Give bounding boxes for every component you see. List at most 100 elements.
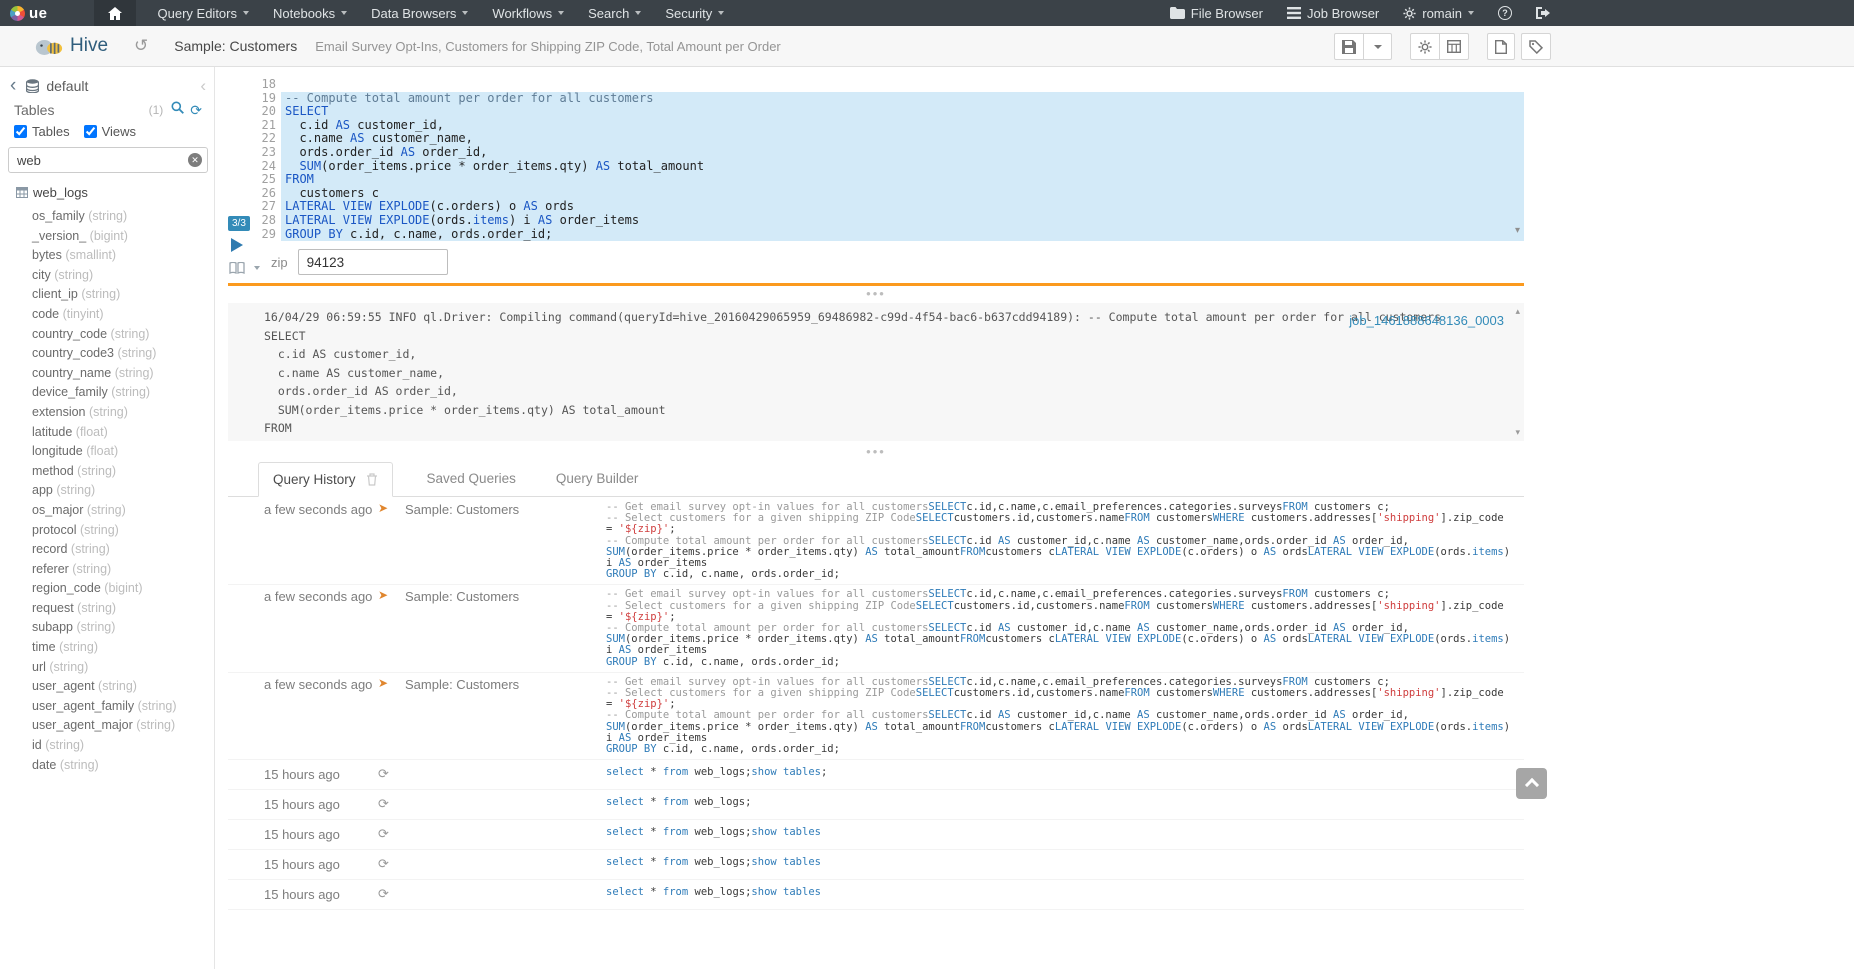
job-browser-link[interactable]: Job Browser	[1275, 0, 1391, 26]
logout-button[interactable]	[1524, 0, 1562, 26]
tab-saved-queries[interactable]: Saved Queries	[407, 462, 536, 496]
editor-scroll-down-icon[interactable]	[1515, 225, 1520, 236]
column-item[interactable]: country_name (string)	[0, 364, 214, 384]
file-browser-link[interactable]: File Browser	[1158, 0, 1275, 26]
clear-search-icon[interactable]	[188, 153, 202, 167]
column-item[interactable]: url (string)	[0, 658, 214, 678]
column-item[interactable]: id (string)	[0, 736, 214, 756]
column-item[interactable]: user_agent (string)	[0, 677, 214, 697]
variable-input[interactable]	[298, 249, 448, 275]
column-item[interactable]: code (tinyint)	[0, 305, 214, 325]
hue-logo[interactable]: ue	[0, 5, 58, 22]
column-item[interactable]: region_code (bigint)	[0, 579, 214, 599]
column-item[interactable]: protocol (string)	[0, 521, 214, 541]
code-line[interactable]: 28LATERAL VIEW EXPLODE(ords.items) i AS …	[228, 214, 1524, 228]
column-item[interactable]: _version_ (bigint)	[0, 227, 214, 247]
column-item[interactable]: method (string)	[0, 462, 214, 482]
menu-security[interactable]: Security	[653, 0, 736, 26]
sessions-button[interactable]	[1440, 33, 1469, 60]
history-row[interactable]: 15 hours ago⟳select * from web_logs;show…	[228, 820, 1524, 850]
menu-query-editors[interactable]: Query Editors	[146, 0, 261, 26]
code-line[interactable]: 19-- Compute total amount per order for …	[228, 92, 1524, 106]
column-item[interactable]: city (string)	[0, 266, 214, 286]
filter-views[interactable]: Views	[84, 124, 136, 139]
history-row[interactable]: a few seconds ago➤Sample: Customers-- Ge…	[228, 585, 1524, 672]
column-item[interactable]: os_family (string)	[0, 207, 214, 227]
app-name[interactable]: Hive	[70, 35, 108, 57]
history-row[interactable]: 15 hours ago⟳select * from web_logs;show…	[228, 850, 1524, 880]
table-filter-input[interactable]	[8, 147, 208, 173]
column-item[interactable]: request (string)	[0, 599, 214, 619]
user-menu[interactable]: romain	[1391, 0, 1486, 26]
query-history-icon[interactable]: ↺	[134, 36, 148, 56]
column-item[interactable]: referer (string)	[0, 560, 214, 580]
save-dropdown-button[interactable]	[1364, 33, 1392, 60]
column-item[interactable]: longitude (float)	[0, 442, 214, 462]
column-item[interactable]: app (string)	[0, 481, 214, 501]
column-item[interactable]: extension (string)	[0, 403, 214, 423]
column-item[interactable]: subapp (string)	[0, 618, 214, 638]
code-line[interactable]: 21 c.id AS customer_id,	[228, 119, 1524, 133]
resize-handle[interactable]	[228, 290, 1524, 300]
query-title[interactable]: Sample: Customers	[174, 38, 297, 54]
new-document-button[interactable]	[1487, 33, 1515, 60]
code-line[interactable]: 25FROM	[228, 173, 1524, 187]
history-row[interactable]: 15 hours ago⟳select * from web_logs;show…	[228, 760, 1524, 790]
refresh-icon[interactable]: ⟳	[190, 102, 202, 119]
history-row[interactable]: a few seconds ago➤Sample: Customers-- Ge…	[228, 673, 1524, 760]
table-item[interactable]: web_logs	[16, 185, 88, 200]
save-button[interactable]	[1334, 33, 1364, 60]
tab-query-builder[interactable]: Query Builder	[536, 462, 659, 496]
help-button[interactable]	[1486, 0, 1524, 26]
column-item[interactable]: record (string)	[0, 540, 214, 560]
scroll-to-top-button[interactable]	[1516, 768, 1547, 799]
menu-search[interactable]: Search	[576, 0, 653, 26]
clear-history-icon[interactable]	[366, 473, 378, 486]
code-line[interactable]: 29GROUP BY c.id, c.name, ords.order_id;	[228, 228, 1524, 242]
history-row[interactable]: 15 hours ago⟳select * from web_logs;	[228, 790, 1524, 820]
code-line[interactable]: 20SELECT	[228, 105, 1524, 119]
history-row[interactable]: 15 hours ago⟳select * from web_logs;show…	[228, 880, 1524, 910]
menu-workflows[interactable]: Workflows	[480, 0, 576, 26]
tab-query-history[interactable]: Query History	[258, 462, 393, 497]
column-item[interactable]: country_code3 (string)	[0, 344, 214, 364]
collapse-assist-icon[interactable]	[200, 76, 206, 96]
filter-tables[interactable]: Tables	[14, 124, 70, 139]
column-item[interactable]: country_code (string)	[0, 325, 214, 345]
job-link[interactable]: job_1461888648136_0003	[1349, 313, 1504, 328]
filter-checkbox[interactable]	[14, 125, 27, 138]
code-area[interactable]: 1819-- Compute total amount per order fo…	[228, 78, 1524, 241]
sql-token: AS	[596, 159, 610, 173]
search-icon[interactable]	[171, 101, 184, 119]
execute-button[interactable]	[231, 238, 243, 252]
database-name[interactable]: default	[46, 78, 88, 94]
code-line[interactable]: 18	[228, 78, 1524, 92]
resize-handle[interactable]	[228, 448, 1524, 458]
tags-button[interactable]	[1521, 33, 1551, 60]
filter-checkbox[interactable]	[84, 125, 97, 138]
sql-preview-line: select * from web_logs;	[606, 797, 1512, 808]
home-button[interactable]	[94, 0, 136, 26]
column-item[interactable]: latitude (float)	[0, 423, 214, 443]
code-line[interactable]: 22 c.name AS customer_name,	[228, 132, 1524, 146]
back-arrow-icon[interactable]	[10, 77, 16, 95]
column-item[interactable]: user_agent_family (string)	[0, 697, 214, 717]
menu-data-browsers[interactable]: Data Browsers	[359, 0, 480, 26]
code-line[interactable]: 27LATERAL VIEW EXPLODE(c.orders) o AS or…	[228, 200, 1524, 214]
column-item[interactable]: bytes (smallint)	[0, 246, 214, 266]
column-item[interactable]: date (string)	[0, 756, 214, 776]
column-item[interactable]: os_major (string)	[0, 501, 214, 521]
column-item[interactable]: user_agent_major (string)	[0, 716, 214, 736]
log-scroll-up-icon[interactable]	[1515, 306, 1520, 317]
log-scroll-down-icon[interactable]	[1515, 427, 1520, 438]
code-line[interactable]: 23 ords.order_id AS order_id,	[228, 146, 1524, 160]
history-row[interactable]: a few seconds ago➤Sample: Customers-- Ge…	[228, 498, 1524, 585]
column-item[interactable]: device_family (string)	[0, 383, 214, 403]
settings-button[interactable]	[1410, 33, 1440, 60]
column-item[interactable]: client_ip (string)	[0, 285, 214, 305]
snippet-type-button[interactable]	[229, 262, 260, 274]
menu-notebooks[interactable]: Notebooks	[261, 0, 359, 26]
code-line[interactable]: 26 customers c	[228, 187, 1524, 201]
column-item[interactable]: time (string)	[0, 638, 214, 658]
code-line[interactable]: 24 SUM(order_items.price * order_items.q…	[228, 160, 1524, 174]
